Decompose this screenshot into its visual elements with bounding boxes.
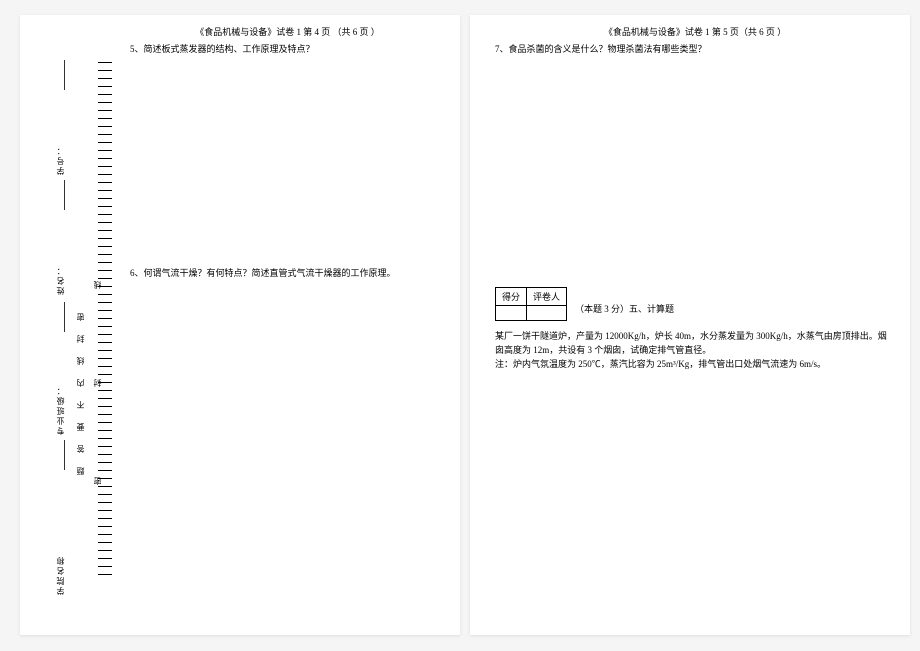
calculation-problem: 某厂一饼干隧道炉，产量为 12000Kg/h，炉长 40m，水分蒸发量为 300… [495,329,895,372]
question-6: 6、何谓气流干燥？有何特点？简述直管式气流干燥器的工作原理。 [130,267,445,281]
label-id: 学号： [55,95,66,175]
binding-margin: 学院名称 专业班级： 姓名： 学号： 题答要不内线封密 密封线 [20,15,125,635]
score-header-grader: 评卷人 [527,287,567,305]
tick-marks [95,55,115,595]
label-class: 专业班级： [55,335,66,435]
page-header-right: 《食品机械与设备》试卷 1 第 5 页（共 6 页 ） [495,25,895,38]
underline [64,302,65,332]
right-page: 《食品机械与设备》试卷 1 第 5 页（共 6 页 ） 7、食品杀菌的含义是什么… [470,15,910,635]
section-5-title: （本题 3 分）五、计算题 [575,302,674,321]
label-name: 姓名： [55,215,66,295]
right-content: 《食品机械与设备》试卷 1 第 5 页（共 6 页 ） 7、食品杀菌的含义是什么… [495,25,895,372]
underline [64,180,65,210]
underline [64,60,65,90]
page-header-left: 《食品机械与设备》试卷 1 第 4 页 （共 6 页 ） [130,25,445,38]
problem-line-2: 注：炉内气氛温度为 250℃，蒸汽比容为 25m³/Kg，排气管出口处烟气流速为… [495,359,826,369]
left-content: 《食品机械与设备》试卷 1 第 4 页 （共 6 页 ） 5、简述板式蒸发器的结… [130,25,445,286]
score-section: 得分 评卷人 （本题 3 分）五、计算题 [495,287,895,321]
left-page: 学院名称 专业班级： 姓名： 学号： 题答要不内线封密 密封线 《食品机械与设备… [20,15,460,635]
score-table: 得分 评卷人 [495,287,567,321]
score-cell-empty [496,305,527,320]
problem-line-1: 某厂一饼干隧道炉，产量为 12000Kg/h，炉长 40m，水分蒸发量为 300… [495,331,887,355]
underline [64,440,65,470]
grader-cell-empty [527,305,567,320]
seal-line-text: 题答要不内线封密 [75,195,86,475]
score-header-score: 得分 [496,287,527,305]
question-5: 5、简述板式蒸发器的结构、工作原理及特点？ [130,43,445,57]
question-7: 7、食品杀菌的含义是什么？物理杀菌法有哪些类型？ [495,43,895,57]
label-school: 学院名称 [55,475,66,595]
